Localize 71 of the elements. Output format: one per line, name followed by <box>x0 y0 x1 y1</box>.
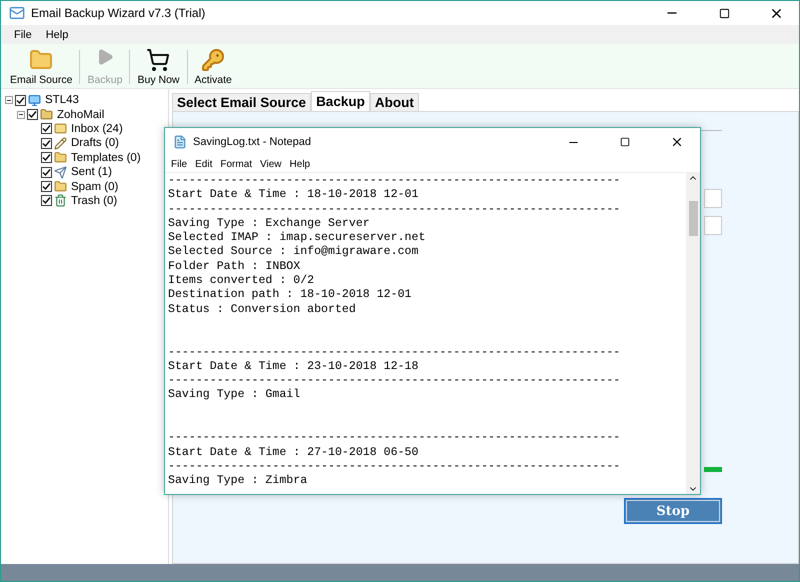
stop-button[interactable]: Stop <box>624 498 722 524</box>
notepad-title: SavingLog.txt - Notepad <box>193 136 312 148</box>
tree-item-label[interactable]: Templates (0) <box>71 152 141 164</box>
app-icon <box>9 5 25 21</box>
menu-item[interactable]: View <box>256 158 286 170</box>
menu-item[interactable]: Help <box>286 158 314 170</box>
tab[interactable]: Select Email Source <box>172 93 312 111</box>
log-line: Start Date & Time : 18-10-2018 12-01 <box>168 188 420 203</box>
tree-item-label[interactable]: Sent (1) <box>71 166 112 178</box>
menu-item[interactable]: File <box>167 158 192 170</box>
log-line: Start Date & Time : 27-10-2018 06-50 <box>168 446 420 460</box>
checkbox[interactable] <box>41 152 52 164</box>
collapse-toggle[interactable] <box>5 96 13 104</box>
log-line: ----------------------------------------------------------------- <box>168 202 622 217</box>
tab[interactable]: Backup <box>311 91 370 111</box>
scrollbar-thumb[interactable] <box>688 201 698 236</box>
log-line: Folder Path : INBOX <box>168 260 302 274</box>
input-field[interactable] <box>704 216 722 235</box>
tree-item-label[interactable]: Drafts (0) <box>71 137 119 150</box>
log-line: Saving Type : Zimbra <box>168 474 308 489</box>
log-line: Saving Type : Exchange Server <box>168 216 371 232</box>
folder-icon <box>40 108 53 122</box>
log-line: Saving Type : Gmail <box>168 388 302 403</box>
menu-item[interactable]: Edit <box>191 158 216 170</box>
tree-item-label[interactable]: Trash (0) <box>71 194 118 207</box>
checkbox[interactable] <box>41 195 52 206</box>
scrollbar[interactable] <box>686 173 700 494</box>
trash-icon <box>54 194 67 208</box>
checkbox[interactable] <box>41 123 52 134</box>
folder-add-icon <box>29 48 54 72</box>
log-line: Selected IMAP : imap.secureserver.net <box>168 231 426 246</box>
computer-icon <box>28 94 41 107</box>
folder-icon <box>54 180 67 194</box>
menu-item[interactable]: Help <box>38 28 76 40</box>
log-line: ----------------------------------------------------------------- <box>168 174 622 188</box>
menu-item[interactable]: File <box>7 28 39 40</box>
tree-item-label[interactable]: Spam (0) <box>71 180 118 193</box>
checkbox[interactable] <box>15 94 26 106</box>
send-icon <box>54 166 67 179</box>
tree-item-label[interactable]: STL43 <box>45 94 79 106</box>
pencil-icon <box>54 136 67 150</box>
toolbar-button[interactable]: Buy Now <box>132 46 184 88</box>
menu-item[interactable]: Format <box>216 158 256 170</box>
checkbox[interactable] <box>41 181 52 192</box>
log-line: Start Date & Time : 23-10-2018 12-18 <box>168 360 420 374</box>
log-line: Status : Conversion aborted <box>168 302 357 317</box>
notepad-icon <box>173 135 187 149</box>
window-title: Email Backup Wizard v7.3 (Trial) <box>31 6 206 20</box>
toolbar-button[interactable]: Email Source <box>5 46 78 88</box>
cart-icon <box>146 48 170 72</box>
input-field[interactable] <box>704 189 722 208</box>
log-line: Destination path : 18-10-2018 12-01 <box>168 288 413 303</box>
log-line: ----------------------------------------------------------------- <box>168 346 622 360</box>
key-icon <box>201 48 226 72</box>
tree-item-label[interactable]: Inbox (24) <box>71 122 123 135</box>
tab[interactable]: About <box>370 93 419 111</box>
log-line: ----------------------------------------------------------------- <box>168 374 622 388</box>
folder-icon <box>54 151 67 164</box>
tree-item-label[interactable]: ZohoMail <box>57 108 104 121</box>
maximize-icon[interactable] <box>620 137 630 147</box>
log-line: ----------------------------------------------------------------- <box>168 431 622 446</box>
collapse-toggle[interactable] <box>17 110 25 119</box>
log-line: Items converted : 0/2 <box>168 274 316 288</box>
toolbar-button[interactable]: Activate <box>190 46 237 88</box>
maximize-icon[interactable] <box>718 8 730 18</box>
checkbox[interactable] <box>41 166 52 178</box>
log-line: ----------------------------------------------------------------- <box>168 460 622 474</box>
log-line: Selected Source : info@migraware.com <box>168 245 420 260</box>
close-icon[interactable] <box>670 135 684 149</box>
checkbox[interactable] <box>27 109 38 120</box>
checkbox[interactable] <box>41 138 52 149</box>
